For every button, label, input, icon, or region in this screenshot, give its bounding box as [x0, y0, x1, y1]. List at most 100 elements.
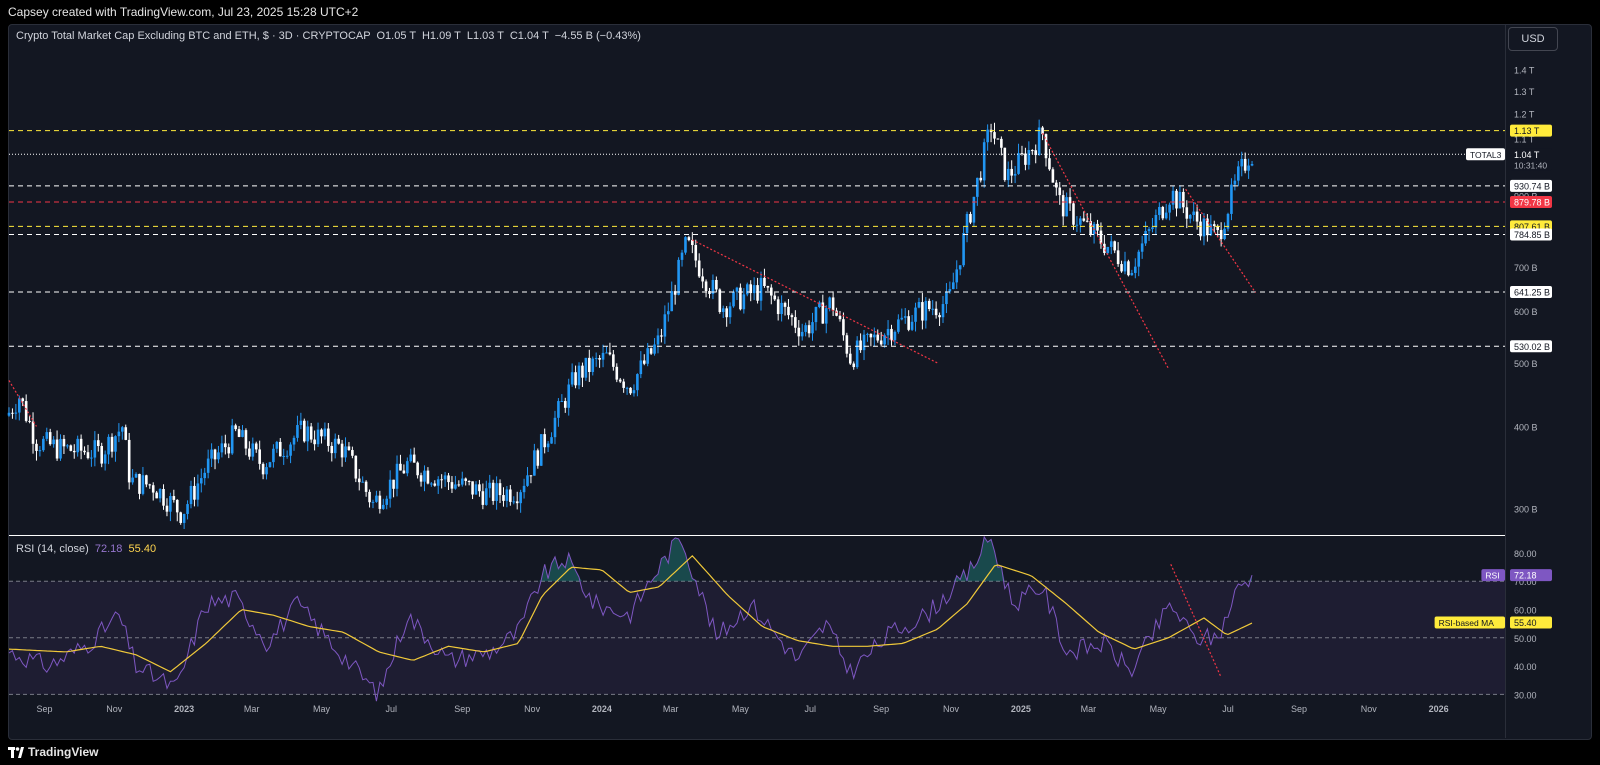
candle-body	[1000, 138, 1003, 148]
candle-body	[732, 291, 735, 307]
candle-body	[1161, 206, 1165, 219]
candle-body	[581, 365, 584, 378]
candle-body	[945, 291, 948, 305]
time-axis-tick-label: May	[313, 704, 331, 714]
candle-body	[196, 483, 200, 500]
time-axis-tick-label: Mar	[663, 704, 679, 714]
candle-body	[416, 462, 419, 476]
candle-body	[351, 450, 354, 456]
candle-body	[467, 480, 471, 482]
rsi-axis-tick-label: 30.00	[1514, 690, 1537, 700]
candle-body	[495, 483, 498, 501]
candle-body	[1075, 224, 1079, 226]
candle-body	[742, 294, 746, 310]
candle-body	[69, 445, 73, 451]
candle-body	[471, 481, 474, 495]
candle-body	[982, 142, 986, 181]
candle-body	[546, 443, 550, 448]
candle-body	[951, 282, 955, 290]
candle-body	[316, 429, 320, 445]
candle-body	[539, 434, 543, 466]
candle-body	[100, 446, 104, 464]
candle-body	[203, 472, 207, 479]
candle-body	[848, 353, 852, 364]
candle-body	[615, 366, 619, 380]
candle-body	[519, 492, 522, 504]
candle-body	[927, 300, 931, 310]
candle-body	[1113, 241, 1116, 251]
candle-body	[948, 289, 952, 292]
currency-button[interactable]: USD	[1508, 27, 1558, 51]
candle-body	[986, 129, 989, 143]
time-axis-tick-label: Nov	[1361, 704, 1378, 714]
candle-body	[268, 462, 272, 468]
candle-body	[289, 444, 292, 456]
candle-body	[21, 398, 25, 402]
candle-body	[385, 498, 389, 505]
candle-body	[1127, 261, 1130, 276]
candle-body	[563, 401, 567, 408]
candle-body	[1182, 191, 1185, 208]
candle-body	[632, 390, 636, 394]
time-axis-tick-label: Nov	[943, 704, 960, 714]
candle-body	[1006, 168, 1010, 181]
candle-body	[921, 302, 924, 321]
rsi-legend: RSI (14, close) 72.18 55.40	[16, 543, 156, 555]
candle-body	[1243, 158, 1247, 171]
candle-body	[965, 213, 969, 234]
candle-body	[189, 485, 193, 505]
candle-body	[1123, 261, 1127, 272]
candle-body	[618, 379, 622, 382]
candle-body	[430, 483, 433, 485]
candle-body	[1185, 207, 1189, 219]
candle-body	[1068, 197, 1072, 204]
candle-body	[941, 304, 945, 318]
candle-body	[199, 478, 203, 484]
candle-body	[234, 425, 237, 430]
candle-body	[45, 432, 49, 439]
candle-body	[436, 479, 440, 486]
candle-body	[1051, 169, 1055, 183]
candle-body	[1096, 223, 1099, 231]
candle-body	[107, 436, 110, 455]
candle-body	[454, 484, 457, 489]
candle-body	[1164, 212, 1168, 219]
price-chart[interactable]: 1.4 T1.3 T1.2 T1.1 T1 T900 B800 B700 B60…	[0, 0, 1600, 765]
level-price-label: 641.25 B	[1514, 288, 1550, 298]
candle-body	[265, 467, 268, 475]
rsi-series-tag-label: RSI-based MA	[1439, 618, 1495, 628]
candle-body	[862, 334, 866, 351]
candle-body	[697, 260, 701, 277]
candle-body	[1137, 251, 1141, 267]
candle-body	[763, 277, 766, 287]
price-axis-tick-label: 300 B	[1514, 504, 1538, 514]
candle-body	[11, 412, 14, 414]
candle-body	[357, 478, 361, 483]
candle-body	[979, 177, 983, 181]
candle-body	[807, 325, 811, 334]
candles	[7, 119, 1254, 529]
bar-countdown-label: 10:31:40	[1514, 160, 1547, 170]
candle-body	[694, 245, 698, 261]
candle-body	[361, 481, 364, 483]
candle-body	[127, 439, 131, 483]
candle-body	[1065, 197, 1068, 217]
candle-body	[893, 331, 897, 341]
candle-body	[210, 449, 213, 459]
candle-body	[333, 438, 337, 454]
candle-body	[381, 504, 385, 509]
candle-body	[512, 501, 516, 503]
candle-body	[1154, 214, 1158, 228]
candle-body	[759, 277, 763, 301]
candle-body	[1130, 272, 1134, 276]
candle-body	[972, 196, 976, 223]
candle-body	[1168, 204, 1171, 213]
candle-body	[708, 291, 711, 294]
candle-body	[227, 447, 231, 454]
rsi-axis-tick-label: 80.00	[1514, 549, 1537, 559]
candle-body	[1195, 211, 1199, 222]
candle-body	[931, 308, 934, 310]
candle-body	[721, 308, 725, 313]
candle-body	[917, 302, 921, 308]
candle-body	[388, 479, 392, 499]
